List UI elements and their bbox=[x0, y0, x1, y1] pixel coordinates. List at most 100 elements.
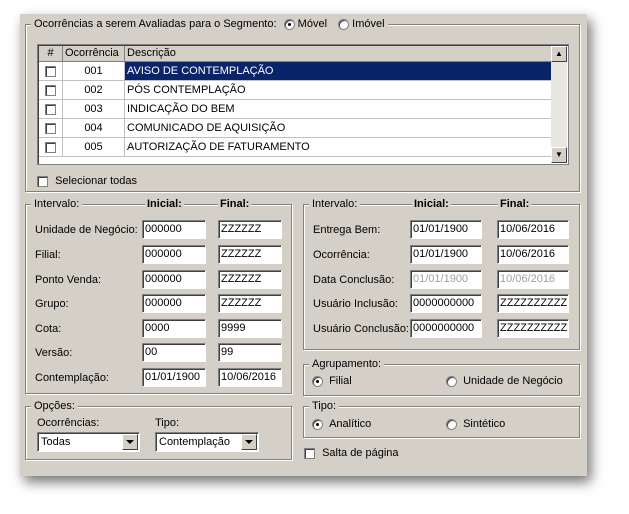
ocorrencias-legend-label: Ocorrências a serem Avaliadas para o Seg… bbox=[34, 18, 277, 30]
row-checkbox[interactable] bbox=[45, 141, 56, 153]
row-description: PÓS CONTEMPLAÇÃO bbox=[125, 81, 552, 99]
row-code: 005 bbox=[63, 138, 125, 156]
agrupamento-radio-filial[interactable] bbox=[312, 375, 323, 387]
versao-final-input[interactable]: 99 bbox=[218, 343, 282, 362]
segment-radio-imovel[interactable] bbox=[338, 18, 350, 30]
field-label: Versão: bbox=[35, 347, 73, 359]
row-code: 001 bbox=[63, 62, 125, 80]
agrupamento-label-unidade: Unidade de Negócio bbox=[463, 375, 563, 387]
row-checkbox[interactable] bbox=[45, 84, 56, 96]
ponto-venda-inicial-input[interactable]: 000000 bbox=[142, 270, 206, 289]
tipo-select[interactable]: Contemplação bbox=[155, 432, 259, 452]
tipo-option-analitico[interactable]: Analítico bbox=[312, 418, 371, 430]
select-all-checkbox[interactable] bbox=[37, 175, 48, 187]
row-description: COMUNICADO DE AQUISIÇÃO bbox=[125, 119, 552, 137]
table-row[interactable]: 002 PÓS CONTEMPLAÇÃO bbox=[39, 81, 552, 100]
field-label: Entrega Bem: bbox=[313, 224, 381, 236]
segment-radio-movel[interactable] bbox=[283, 18, 295, 30]
usuario-inclusao-inicial-input[interactable]: 0000000000 bbox=[410, 294, 482, 313]
tipo-radio-sintetico[interactable] bbox=[446, 418, 457, 430]
field-label: Usuário Conclusão: bbox=[313, 323, 409, 335]
segment-option-imovel[interactable]: Imóvel bbox=[338, 18, 385, 30]
intervalo-right-final-header: Final: bbox=[498, 198, 532, 210]
filial-final-input[interactable]: ZZZZZZ bbox=[218, 245, 282, 264]
table-row[interactable]: 003 INDICAÇÃO DO BEM bbox=[39, 100, 552, 119]
row-code: 003 bbox=[63, 100, 125, 118]
contemplacao-inicial-input[interactable]: 01/01/1900 bbox=[142, 368, 206, 387]
field-label: Unidade de Negócio: bbox=[35, 224, 138, 236]
field-label: Cota: bbox=[35, 323, 62, 335]
tipo-label-analitico: Analítico bbox=[329, 418, 372, 430]
ocorrencias-select-value: Todas bbox=[41, 436, 71, 448]
segment-option-movel[interactable]: Móvel bbox=[283, 18, 330, 30]
intervalo-left-final-header: Final: bbox=[218, 198, 252, 210]
tipo-select-label: Tipo: bbox=[155, 417, 180, 429]
row-description: AUTORIZAÇÃO DE FATURAMENTO bbox=[125, 138, 552, 156]
select-all[interactable]: Selecionar todas bbox=[37, 175, 137, 187]
agrupamento-option-filial[interactable]: Filial bbox=[312, 375, 352, 387]
ocorrencias-select[interactable]: Todas bbox=[37, 432, 140, 452]
row-checkbox[interactable] bbox=[45, 65, 56, 77]
tipo-label-sintetico: Sintético bbox=[463, 418, 506, 430]
row-code: 002 bbox=[63, 81, 125, 99]
intervalo-left-inicial-header: Inicial: bbox=[145, 198, 184, 210]
row-checkbox[interactable] bbox=[45, 103, 56, 115]
versao-inicial-input[interactable]: 00 bbox=[142, 343, 206, 362]
entrega-bem-final-input[interactable]: 10/06/2016 bbox=[497, 220, 569, 239]
chevron-down-icon[interactable] bbox=[122, 434, 138, 450]
tipo-option-sintetico[interactable]: Sintético bbox=[446, 418, 505, 430]
usuario-conclusao-inicial-input[interactable]: 0000000000 bbox=[410, 319, 482, 338]
grupo-final-input[interactable]: ZZZZZZ bbox=[218, 294, 282, 313]
row-checkbox[interactable] bbox=[45, 122, 56, 134]
field-label: Filial: bbox=[35, 249, 61, 261]
row-check-cell bbox=[39, 100, 63, 118]
entrega-bem-inicial-input[interactable]: 01/01/1900 bbox=[410, 220, 482, 239]
data-conclusao-inicial-input: 01/01/1900 bbox=[410, 270, 482, 289]
table-row[interactable]: 005 AUTORIZAÇÃO DE FATURAMENTO bbox=[39, 138, 552, 157]
row-check-cell bbox=[39, 81, 63, 99]
row-check-cell bbox=[39, 62, 63, 80]
ocorrencia-final-input[interactable]: 10/06/2016 bbox=[497, 245, 569, 264]
table-row[interactable]: 001 AVISO DE CONTEMPLAÇÃO bbox=[39, 62, 552, 81]
salta-pagina-label: Salta de página bbox=[322, 447, 399, 459]
column-header-check: # bbox=[39, 46, 63, 62]
scroll-up-icon[interactable]: ▲ bbox=[551, 46, 567, 62]
unidade-negocio-inicial-input[interactable]: 000000 bbox=[142, 220, 206, 239]
tipo-select-value: Contemplação bbox=[159, 436, 230, 448]
table-scrollbar[interactable]: ▲ ▼ bbox=[551, 46, 567, 163]
agrupamento-option-unidade[interactable]: Unidade de Negócio bbox=[446, 375, 563, 387]
intervalo-right-legend: Intervalo: bbox=[309, 198, 361, 210]
column-header-ocorrencia: Ocorrência bbox=[63, 46, 125, 62]
chevron-down-icon[interactable] bbox=[241, 434, 257, 450]
row-description: AVISO DE CONTEMPLAÇÃO bbox=[125, 62, 552, 80]
grupo-inicial-input[interactable]: 000000 bbox=[142, 294, 206, 313]
segment-label-movel: Móvel bbox=[297, 18, 328, 30]
ocorrencias-legend: Ocorrências a serem Avaliadas para o Seg… bbox=[31, 18, 388, 30]
column-header-descricao: Descrição bbox=[125, 46, 552, 62]
ocorrencias-select-label: Ocorrências: bbox=[37, 417, 100, 429]
table-row[interactable]: 004 COMUNICADO DE AQUISIÇÃO bbox=[39, 119, 552, 138]
field-label: Ponto Venda: bbox=[35, 274, 102, 286]
ocorrencia-inicial-input[interactable]: 01/01/1900 bbox=[410, 245, 482, 264]
tipo-radio-analitico[interactable] bbox=[312, 418, 323, 430]
ocorrencias-table: # Ocorrência Descrição 001 AVISO DE CONT… bbox=[37, 44, 569, 165]
row-description: INDICAÇÃO DO BEM bbox=[125, 100, 552, 118]
field-label: Usuário Inclusão: bbox=[313, 298, 398, 310]
filial-inicial-input[interactable]: 000000 bbox=[142, 245, 206, 264]
salta-pagina[interactable]: Salta de página bbox=[304, 447, 399, 459]
usuario-inclusao-final-input[interactable]: ZZZZZZZZZZ bbox=[497, 294, 569, 313]
usuario-conclusao-final-input[interactable]: ZZZZZZZZZZ bbox=[497, 319, 569, 338]
contemplacao-final-input[interactable]: 10/06/2016 bbox=[218, 368, 282, 387]
data-conclusao-final-input: 10/06/2016 bbox=[497, 270, 569, 289]
field-label: Contemplação: bbox=[35, 372, 109, 384]
row-check-cell bbox=[39, 119, 63, 137]
scroll-down-icon[interactable]: ▼ bbox=[551, 147, 567, 163]
cota-final-input[interactable]: 9999 bbox=[218, 319, 282, 338]
segment-label-imovel: Imóvel bbox=[352, 18, 385, 30]
unidade-negocio-final-input[interactable]: ZZZZZZ bbox=[218, 220, 282, 239]
cota-inicial-input[interactable]: 0000 bbox=[142, 319, 206, 338]
ponto-venda-final-input[interactable]: ZZZZZZ bbox=[218, 270, 282, 289]
agrupamento-radio-unidade[interactable] bbox=[446, 375, 457, 387]
row-check-cell bbox=[39, 138, 63, 156]
salta-pagina-checkbox[interactable] bbox=[304, 447, 315, 459]
